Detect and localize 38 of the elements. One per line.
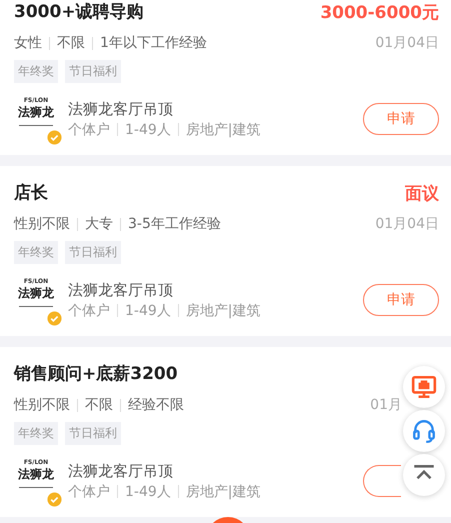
benefit-tag: 年终奖 (14, 241, 58, 264)
requirement: 不限 (85, 396, 113, 414)
requirement: 经验不限 (128, 396, 184, 414)
post-date: 01月04日 (375, 215, 439, 233)
requirement: 大专 (85, 215, 113, 233)
apply-button[interactable] (363, 465, 401, 497)
requirement: 性别不限 (14, 396, 70, 414)
monitor-icon (411, 374, 437, 400)
post-date: 01月04日 (375, 34, 439, 52)
job-title: 销售顾问+底薪3200 (14, 363, 178, 386)
company-info: 房地产|建筑 (186, 482, 260, 500)
benefit-tag: 年终奖 (14, 422, 58, 445)
company-name: 法狮龙客厅吊顶 (68, 280, 174, 300)
salary: 3000-6000元 (320, 2, 439, 24)
headset-icon (411, 418, 437, 444)
company-info: 房地产|建筑 (186, 120, 260, 138)
company-info: 个体户 (68, 482, 110, 500)
benefit-tag: 节日福利 (65, 60, 121, 83)
post-date: 01月 (370, 396, 402, 414)
requirement: 性别不限 (14, 215, 70, 233)
company-name: 法狮龙客厅吊顶 (68, 100, 174, 118)
requirement: 3-5年工作经验 (128, 215, 221, 233)
salary: 面议 (405, 182, 439, 204)
company-info: 房地产|建筑 (186, 302, 260, 320)
benefit-tag: 节日福利 (65, 422, 121, 445)
job-title: 店长 (14, 182, 48, 205)
job-title: 3000+诚聘导购 (14, 1, 144, 24)
benefit-tag: 年终奖 (14, 60, 58, 83)
company-info: 1-49人 (125, 482, 171, 500)
requirement: 女性 (14, 34, 42, 52)
requirement: 不限 (57, 34, 85, 52)
requirement: 1年以下工作经验 (100, 34, 207, 52)
company-info: 1-49人 (125, 120, 171, 138)
company-info: 个体户 (68, 120, 110, 138)
company-info: 1-49人 (125, 302, 171, 320)
company-info: 个体户 (68, 302, 110, 320)
company-name: 法狮龙客厅吊顶 (68, 462, 174, 480)
benefit-tag: 节日福利 (65, 241, 121, 264)
